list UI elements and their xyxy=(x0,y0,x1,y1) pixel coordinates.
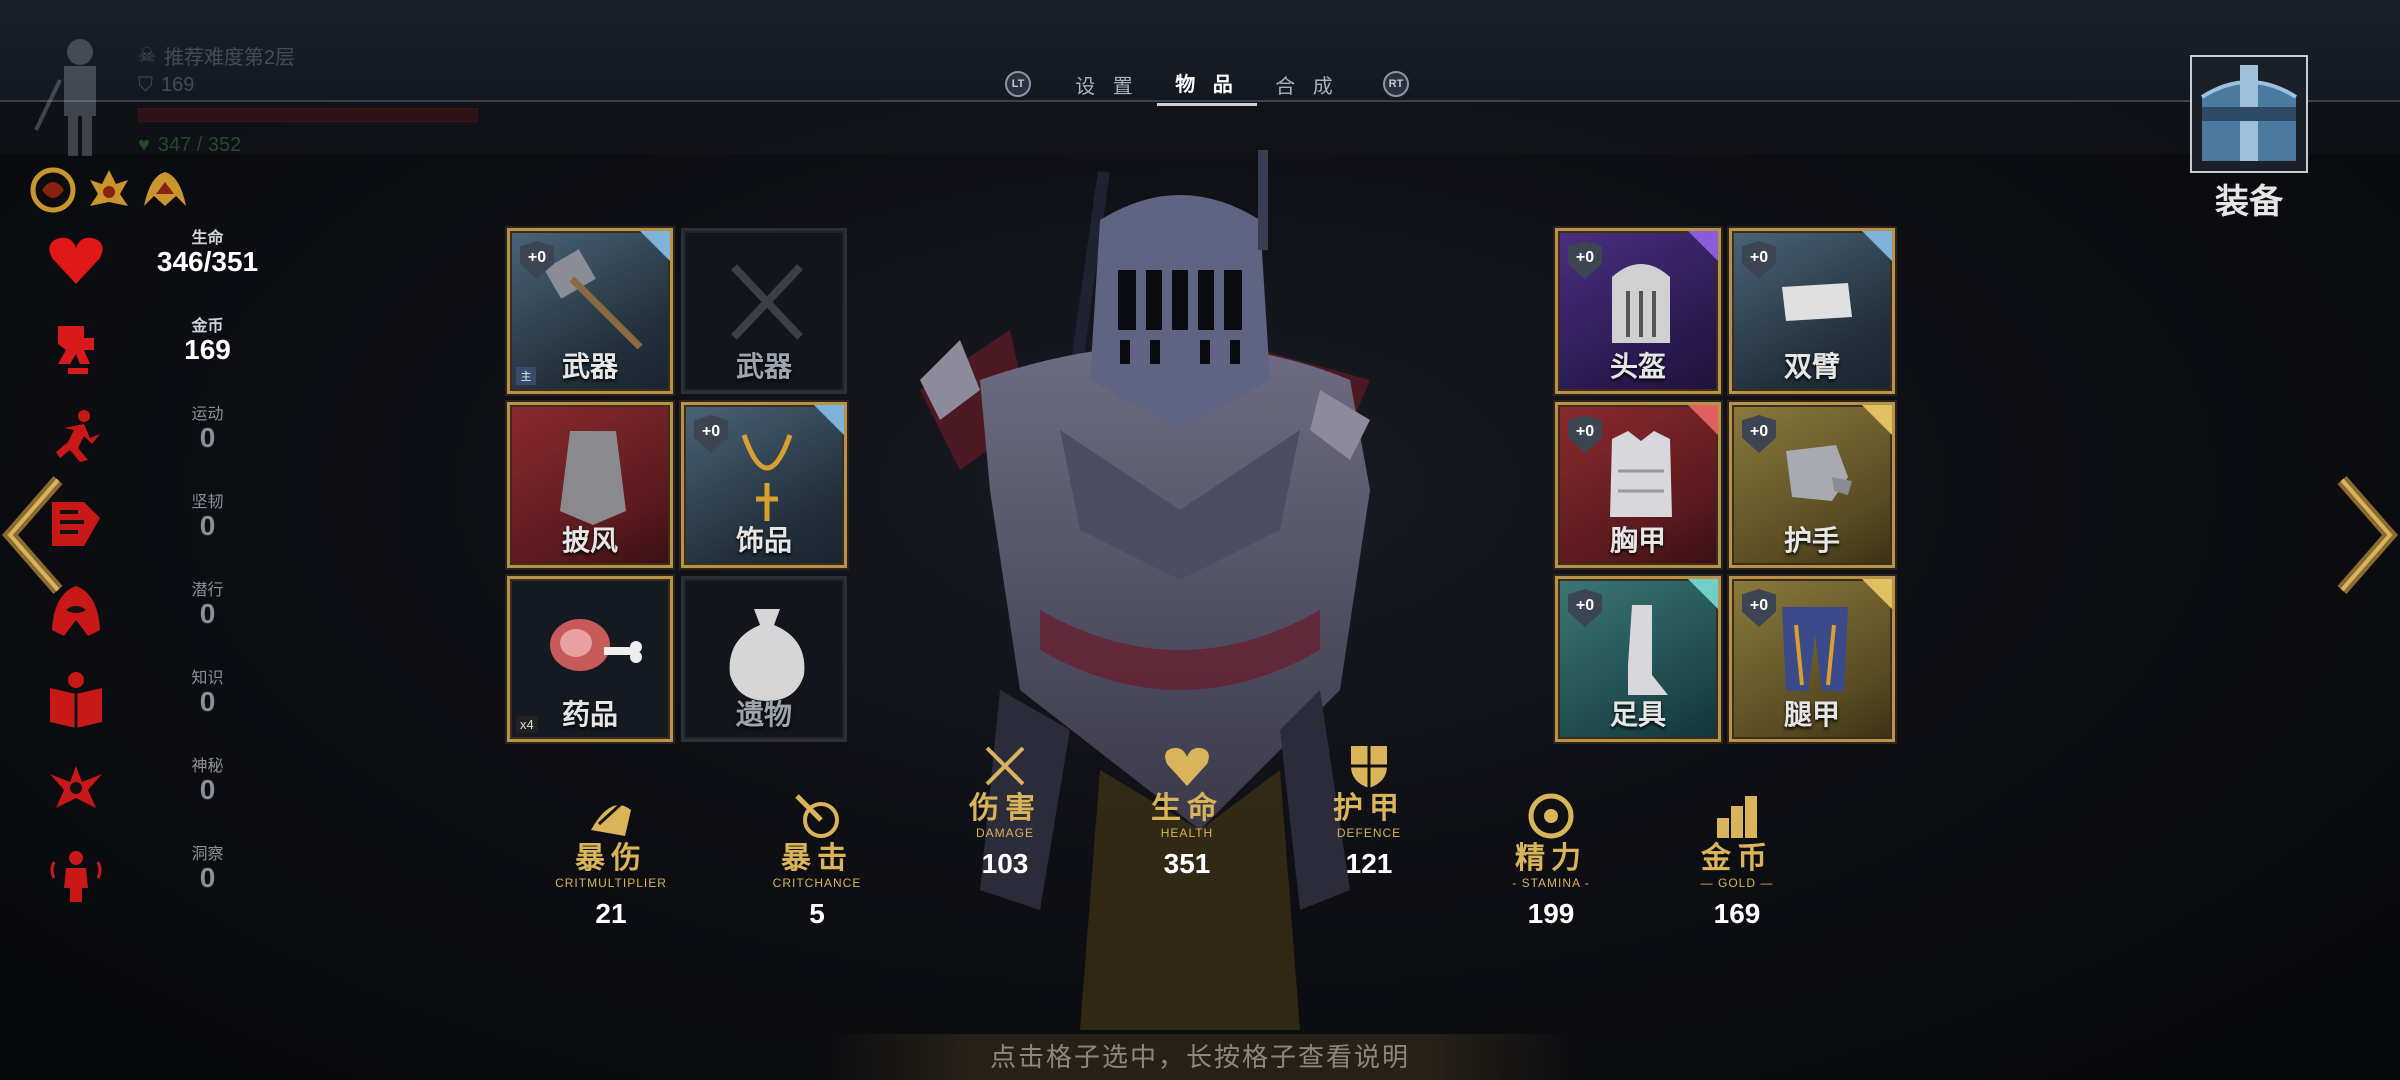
slot-accessory[interactable]: +0 饰品 xyxy=(681,402,847,568)
stat-list: 生命 346/351 金币 169 运动 0 坚韧 0 潜行 0 知识 0 神秘… xyxy=(40,220,260,924)
rarity-corner xyxy=(1862,405,1892,435)
summary-crit-chance: 暴击 CRITCHANCE 5 xyxy=(737,790,897,930)
mystic-icon xyxy=(50,766,102,808)
knowledge-icon xyxy=(50,672,102,728)
hp-heart-icon: ♥ xyxy=(138,133,150,156)
dragon-crest-icon xyxy=(144,172,186,206)
slot-label: 护手 xyxy=(1783,525,1840,556)
stat-knowledge: 知识 0 xyxy=(40,660,260,748)
player-portrait xyxy=(34,39,96,156)
hp-text: 347 / 352 xyxy=(157,133,242,156)
crossed-swords-icon xyxy=(731,264,803,340)
stamina-icon xyxy=(1528,793,1574,839)
slot-label: 披风 xyxy=(561,525,618,556)
slot-cape[interactable]: 披风 xyxy=(507,402,673,568)
slot-label: 腿甲 xyxy=(1783,699,1840,730)
rarity-corner xyxy=(640,231,670,261)
slot-gloves[interactable]: +0 护手 xyxy=(1729,402,1895,568)
meat-icon xyxy=(550,619,642,671)
slot-weapon-main[interactable]: +0 主 武器 xyxy=(507,228,673,394)
slot-label: 双臂 xyxy=(1783,351,1840,382)
summary-defence: 护甲 DEFENCE 121 xyxy=(1289,740,1449,880)
slot-relic[interactable]: 遗物 xyxy=(681,576,847,742)
gold-icon xyxy=(58,326,94,374)
slot-label: 胸甲 xyxy=(1609,525,1666,556)
slot-helmet[interactable]: +0 头盔 xyxy=(1555,228,1721,394)
slot-label: 武器 xyxy=(561,351,618,382)
stat-gold: 金币 169 xyxy=(40,308,260,396)
rarity-corner xyxy=(1862,231,1892,261)
stat-mystic: 神秘 0 xyxy=(40,748,260,836)
level-text: 169 xyxy=(161,73,195,96)
rarity-corner xyxy=(814,405,844,435)
hint-text: 点击格子选中，长按格子查看说明 xyxy=(820,1034,1580,1080)
lt-button[interactable]: LT xyxy=(1005,71,1031,97)
summary-damage: 伤害 DAMAGE 103 xyxy=(925,740,1085,880)
damage-icon xyxy=(985,746,1025,786)
stat-stealth: 潜行 0 xyxy=(40,572,260,660)
slot-feet[interactable]: +0 足具 xyxy=(1555,576,1721,742)
equip-button[interactable] xyxy=(2190,55,2308,173)
slot-label: 药品 xyxy=(561,699,618,730)
slot-label: 头盔 xyxy=(1609,351,1666,382)
left-arrow-icon[interactable] xyxy=(0,470,70,600)
health-heart-icon xyxy=(1165,747,1209,786)
tab-items[interactable]: 物 品 xyxy=(1157,62,1257,106)
slot-legs[interactable]: +0 腿甲 xyxy=(1729,576,1895,742)
hp-bar xyxy=(138,108,478,122)
slot-label: 足具 xyxy=(1609,699,1666,730)
rt-button[interactable]: RT xyxy=(1383,71,1409,97)
summary-stamina: 精力 - STAMINA - 199 xyxy=(1471,790,1631,930)
crit-multiplier-icon xyxy=(591,802,631,836)
right-arrow-icon[interactable] xyxy=(2330,470,2400,600)
serpent-crest-icon xyxy=(30,167,76,213)
stat-insight: 洞察 0 xyxy=(40,836,260,924)
crest-row xyxy=(28,166,190,214)
sack-icon xyxy=(729,609,805,701)
defence-shield-icon xyxy=(1351,746,1387,788)
rarity-corner xyxy=(1862,579,1892,609)
rarity-corner xyxy=(1688,579,1718,609)
stat-toughness: 坚韧 0 xyxy=(40,484,260,572)
stat-health: 生命 346/351 xyxy=(40,220,260,308)
slot-arms[interactable]: +0 双臂 xyxy=(1729,228,1895,394)
athletics-icon xyxy=(56,410,100,462)
menu-tabs: LT 设 置 物 品 合 成 RT xyxy=(1005,62,1409,106)
flame-crest-icon xyxy=(90,170,128,206)
rarity-corner xyxy=(1688,231,1718,261)
slot-label: 武器 xyxy=(735,351,792,382)
level-icon: ⛉ xyxy=(138,73,153,96)
skull-icon: ☠ xyxy=(138,44,156,67)
knight-character xyxy=(920,150,1370,1030)
slot-weapon-off[interactable]: 武器 xyxy=(681,228,847,394)
gold-coins-icon xyxy=(1717,796,1757,838)
tab-crafting[interactable]: 合 成 xyxy=(1257,64,1357,105)
crit-chance-icon xyxy=(795,794,839,838)
slot-label: 遗物 xyxy=(735,699,792,730)
slot-chest[interactable]: +0 胸甲 xyxy=(1555,402,1721,568)
insight-icon xyxy=(50,851,102,902)
stat-athletics: 运动 0 xyxy=(40,396,260,484)
summary-crit-multiplier: 暴伤 CRITMULTIPLIER 21 xyxy=(531,790,691,930)
helmet-equip-icon xyxy=(2200,65,2298,161)
difficulty-text: 推荐难度第2层 xyxy=(163,46,296,69)
slot-medicine[interactable]: x4 药品 xyxy=(507,576,673,742)
equip-label: 装备 xyxy=(2215,183,2283,221)
tab-settings[interactable]: 设 置 xyxy=(1057,64,1157,105)
heart-icon xyxy=(49,237,103,284)
slot-label: 饰品 xyxy=(735,525,792,556)
cape-icon xyxy=(560,431,626,525)
summary-health: 生命 HEALTH 351 xyxy=(1107,740,1267,880)
rarity-corner xyxy=(1688,405,1718,435)
summary-gold: 金币 — GOLD — 169 xyxy=(1657,790,1817,930)
